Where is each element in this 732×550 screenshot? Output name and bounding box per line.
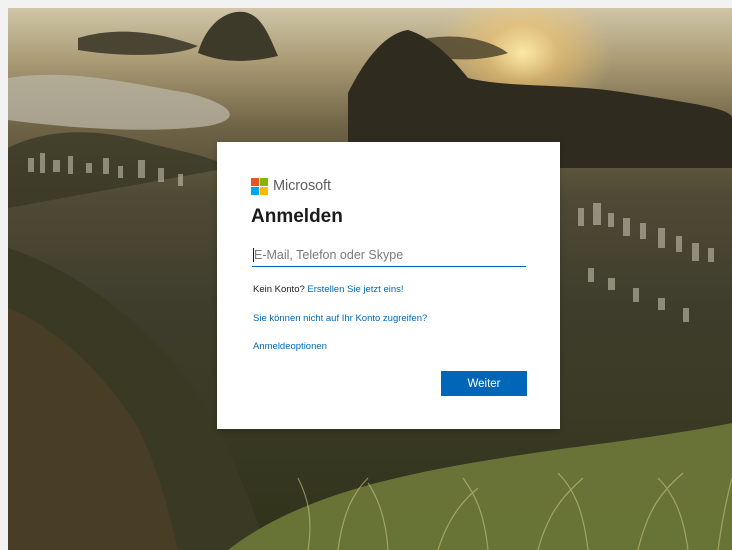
text-caret (253, 248, 254, 262)
logo-red-square (251, 177, 259, 186)
microsoft-logo-icon (251, 177, 268, 195)
logo-yellow-square (260, 186, 268, 195)
brand-name: Microsoft (273, 178, 331, 194)
page-frame: Microsoft Anmelden Kein Konto? Erstellen… (8, 8, 732, 550)
signin-card: Microsoft Anmelden Kein Konto? Erstellen… (217, 142, 560, 429)
next-button[interactable]: Weiter (441, 371, 527, 396)
no-account-row: Kein Konto? Erstellen Sie jetzt eins! (253, 284, 404, 295)
brand: Microsoft (251, 177, 331, 195)
email-input[interactable] (252, 244, 526, 267)
signin-options-row: Anmeldeoptionen (253, 341, 327, 352)
logo-blue-square (251, 186, 259, 195)
page-title: Anmelden (251, 206, 343, 227)
no-account-text: Kein Konto? (253, 284, 305, 295)
create-account-link[interactable]: Erstellen Sie jetzt eins! (307, 284, 403, 295)
cant-access-row: Sie können nicht auf Ihr Konto zugreifen… (253, 313, 427, 324)
logo-green-square (260, 177, 268, 186)
signin-options-link[interactable]: Anmeldeoptionen (253, 341, 327, 352)
cant-access-account-link[interactable]: Sie können nicht auf Ihr Konto zugreifen… (253, 313, 427, 324)
